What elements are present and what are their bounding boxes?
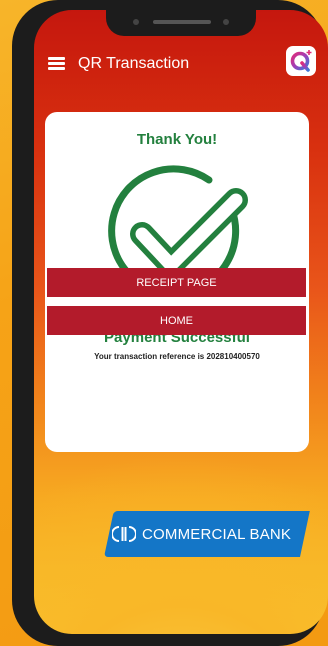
hamburger-menu-icon[interactable]: [48, 57, 65, 71]
speaker-grille: [153, 20, 211, 24]
app-bar-title: QR Transaction: [78, 55, 190, 72]
app-logo-q-icon: [290, 50, 312, 72]
phone-notch: [106, 10, 256, 36]
home-button[interactable]: HOME: [47, 306, 306, 335]
app-logo[interactable]: [286, 46, 316, 76]
thank-you-heading: Thank You!: [136, 131, 218, 148]
bank-name: COMMERCIAL BANK: [142, 525, 292, 543]
receipt-page-button[interactable]: RECEIPT PAGE: [47, 268, 306, 297]
commercial-bank-logo: COMMERCIAL BANK: [112, 511, 294, 557]
app-bar: QR Transaction: [34, 46, 328, 80]
commercial-bank-logo-icon: [112, 526, 136, 542]
camera-dot: [133, 19, 139, 25]
sensor-dot: [223, 19, 229, 25]
transaction-reference: Your transaction reference is 2028104005…: [94, 352, 260, 361]
